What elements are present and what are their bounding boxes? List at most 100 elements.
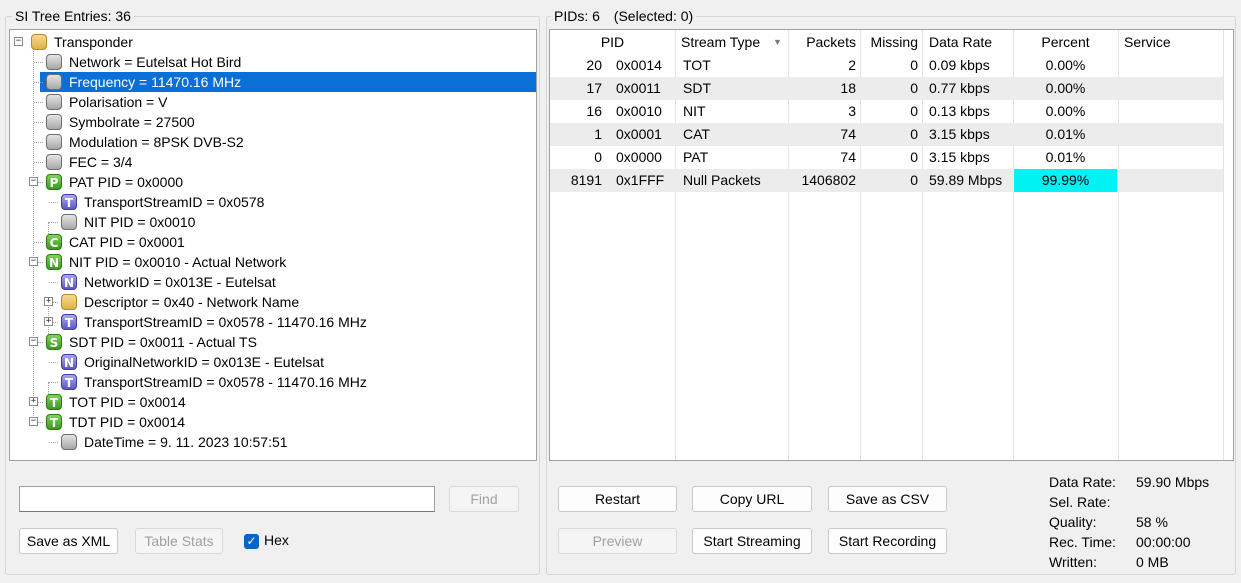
- sort-down-icon: ▼: [773, 37, 782, 47]
- expand-icon[interactable]: +: [29, 397, 38, 406]
- search-input[interactable]: [19, 486, 435, 512]
- nit-icon: N: [46, 254, 62, 270]
- tree-node-label: OriginalNetworkID = 0x013E - Eutelsat: [84, 354, 325, 370]
- gray-node-icon: [46, 114, 62, 130]
- table-row[interactable]: 8191 0x1FFF Null Packets 1406802 0 59.89 Mbps…: [550, 169, 1223, 192]
- written-label: Written:: [1049, 554, 1097, 570]
- pid-decimal-cell: 16: [586, 103, 602, 119]
- header-packets[interactable]: Packets: [788, 30, 856, 54]
- tree-node[interactable]: Symbolrate = 27500: [10, 112, 536, 132]
- table-row[interactable]: 16 0x0010 NIT 3 0 0.13 kbps 0.00%: [550, 100, 1223, 123]
- gray-node-icon: [46, 94, 62, 110]
- folder-icon: [61, 294, 77, 310]
- pids-title: PIDs: 6 (Selected: 0): [551, 8, 697, 24]
- tree-node-label: NetworkID = 0x013E - Eutelsat: [84, 274, 276, 290]
- tree-node-label: PAT PID = 0x0000: [69, 174, 184, 190]
- find-button[interactable]: Find: [449, 486, 519, 512]
- tree-node[interactable]: Frequency = 11470.16 MHz: [10, 72, 536, 92]
- tree-node[interactable]: − Transponder: [10, 32, 536, 52]
- restart-button[interactable]: Restart: [558, 486, 677, 512]
- checkmark-icon: ✓: [246, 534, 257, 548]
- tree-node[interactable]: Modulation = 8PSK DVB-S2: [10, 132, 536, 152]
- stream-type-cell: Null Packets: [683, 172, 761, 188]
- percent-cell: 0.01%: [1045, 126, 1086, 142]
- collapse-icon[interactable]: −: [29, 177, 38, 186]
- tree-node-label: NIT PID = 0x0010: [84, 214, 196, 230]
- pid-hex-cell: 0x0010: [616, 103, 662, 119]
- tree-node[interactable]: N OriginalNetworkID = 0x013E - Eutelsat: [10, 352, 536, 372]
- header-percent[interactable]: Percent: [1013, 30, 1118, 54]
- header-missing[interactable]: Missing: [860, 30, 918, 54]
- tree-node[interactable]: + T TOT PID = 0x0014: [10, 392, 536, 412]
- tree-node-label: TransportStreamID = 0x0578 - 11470.16 MH…: [84, 314, 367, 330]
- tree-node[interactable]: − S SDT PID = 0x0011 - Actual TS: [10, 332, 536, 352]
- save-as-csv-button[interactable]: Save as CSV: [828, 486, 947, 512]
- tree-node-label: SDT PID = 0x0011 - Actual TS: [69, 334, 257, 350]
- sel-rate-label: Sel. Rate:: [1049, 494, 1111, 510]
- tree-node[interactable]: − P PAT PID = 0x0000: [10, 172, 536, 192]
- header-data-rate[interactable]: Data Rate: [929, 30, 1013, 54]
- start-streaming-button[interactable]: Start Streaming: [692, 528, 812, 554]
- header-stream-type[interactable]: Stream Type ▼: [681, 30, 788, 54]
- hex-checkbox[interactable]: ✓: [244, 534, 259, 549]
- pids-selected: (Selected: 0): [613, 8, 694, 24]
- preview-button[interactable]: Preview: [558, 528, 677, 554]
- tree-node[interactable]: + Descriptor = 0x40 - Network Name: [10, 292, 536, 312]
- missing-cell: 0: [910, 126, 918, 142]
- header-pid[interactable]: PID: [550, 30, 675, 54]
- table-row[interactable]: 1 0x0001 CAT 74 0 3.15 kbps 0.01%: [550, 123, 1223, 146]
- start-recording-button[interactable]: Start Recording: [828, 528, 947, 554]
- tree-node[interactable]: T TransportStreamID = 0x0578 - 11470.16 M…: [10, 372, 536, 392]
- service-cell: [1124, 169, 1223, 192]
- missing-cell: 0: [910, 103, 918, 119]
- tree-node[interactable]: T TransportStreamID = 0x0578: [10, 192, 536, 212]
- transport-stream-icon: T: [61, 314, 77, 330]
- missing-cell: 0: [910, 57, 918, 73]
- pid-table: PID Stream Type ▼ Packets Missing Data R…: [549, 29, 1234, 461]
- missing-cell: 0: [910, 149, 918, 165]
- tree-node[interactable]: + T TransportStreamID = 0x0578 - 11470.16 …: [10, 312, 536, 332]
- tree-node[interactable]: Network = Eutelsat Hot Bird: [10, 52, 536, 72]
- expand-icon[interactable]: +: [44, 297, 53, 306]
- tdt-icon: T: [46, 414, 62, 430]
- copy-url-button[interactable]: Copy URL: [692, 486, 812, 512]
- header-service[interactable]: Service: [1124, 30, 1223, 54]
- tree-node[interactable]: NIT PID = 0x0010: [10, 212, 536, 232]
- tree-node-label: Network = Eutelsat Hot Bird: [69, 54, 242, 70]
- table-row[interactable]: 17 0x0011 SDT 18 0 0.77 kbps 0.00%: [550, 77, 1223, 100]
- table-stats-button[interactable]: Table Stats: [135, 528, 223, 554]
- percent-cell: 0.00%: [1045, 103, 1086, 119]
- save-as-xml-button[interactable]: Save as XML: [19, 528, 118, 554]
- tree-node-label: FEC = 3/4: [69, 154, 133, 170]
- service-cell: [1124, 54, 1223, 77]
- data-rate-cell: 3.15 kbps: [929, 126, 990, 142]
- collapse-icon[interactable]: −: [14, 37, 23, 46]
- table-row[interactable]: 20 0x0014 TOT 2 0 0.09 kbps 0.00%: [550, 54, 1223, 77]
- si-tree-view[interactable]: − Transponder Network = Eutelsat Hot Bird F…: [9, 29, 537, 461]
- percent-cell: 0.01%: [1045, 149, 1086, 165]
- collapse-icon[interactable]: −: [29, 417, 38, 426]
- written-value: 0 MB: [1136, 554, 1169, 570]
- stream-type-cell: NIT: [683, 103, 706, 119]
- tree-node[interactable]: DateTime = 9. 11. 2023 10:57:51: [10, 432, 536, 452]
- tree-node[interactable]: C CAT PID = 0x0001: [10, 232, 536, 252]
- collapse-icon[interactable]: −: [29, 337, 38, 346]
- table-row[interactable]: 0 0x0000 PAT 74 0 3.15 kbps 0.01%: [550, 146, 1223, 169]
- transport-stream-icon: T: [61, 194, 77, 210]
- gray-node-icon: [61, 214, 77, 230]
- quality-label: Quality:: [1049, 514, 1097, 530]
- packets-cell: 18: [840, 80, 856, 96]
- tree-node[interactable]: − T TDT PID = 0x0014: [10, 412, 536, 432]
- pid-hex-cell: 0x0011: [616, 80, 661, 96]
- tree-node[interactable]: FEC = 3/4: [10, 152, 536, 172]
- data-rate-cell: 0.77 kbps: [929, 80, 990, 96]
- stream-type-cell: CAT: [683, 126, 710, 142]
- tree-node[interactable]: N NetworkID = 0x013E - Eutelsat: [10, 272, 536, 292]
- tree-node[interactable]: − N NIT PID = 0x0010 - Actual Network: [10, 252, 536, 272]
- tree-node-label: NIT PID = 0x0010 - Actual Network: [69, 254, 287, 270]
- stream-type-cell: TOT: [683, 57, 711, 73]
- network-id-icon: N: [61, 274, 77, 290]
- tree-node[interactable]: Polarisation = V: [10, 92, 536, 112]
- expand-icon[interactable]: +: [44, 317, 53, 326]
- collapse-icon[interactable]: −: [29, 257, 38, 266]
